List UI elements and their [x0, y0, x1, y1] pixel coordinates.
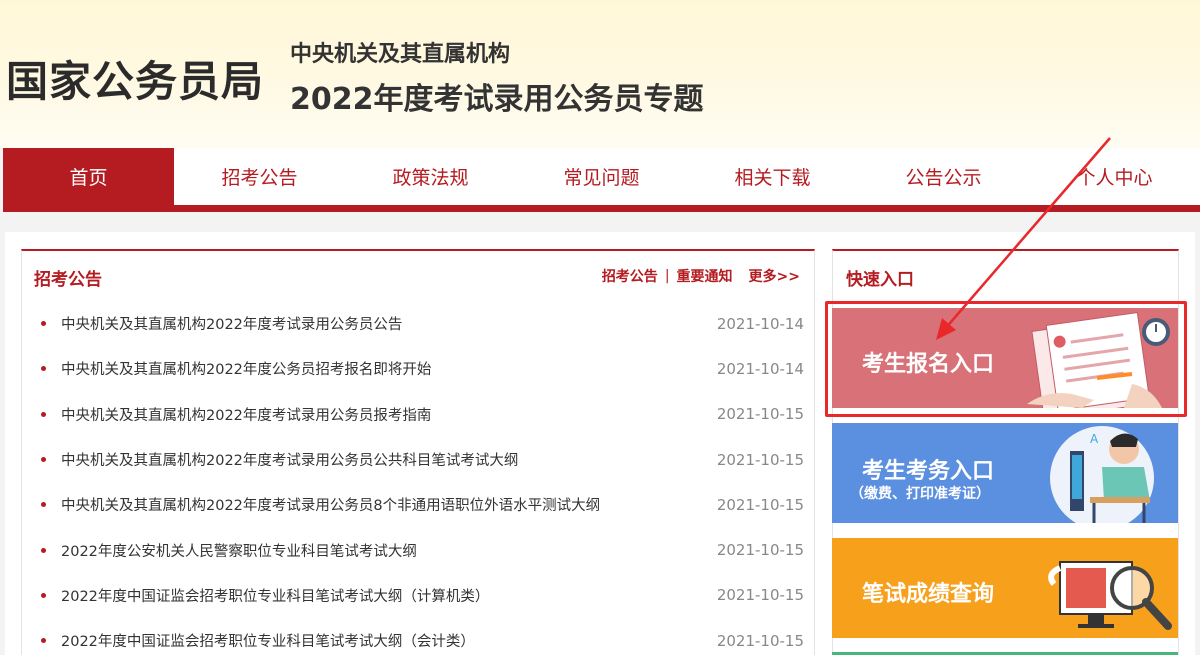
- nav-item-policies[interactable]: 政策法规: [345, 148, 516, 205]
- header-title: 2022年度考试录用公务员专题: [290, 82, 704, 117]
- site-logo[interactable]: 国家公务员局: [6, 48, 264, 109]
- list-item-date: 2021-10-15: [716, 586, 804, 605]
- list-item[interactable]: 中央机关及其直属机构2022年度考试录用公务员公告 2021-10-14: [36, 301, 804, 346]
- list-item[interactable]: 中央机关及其直属机构2022年度考试录用公务员公共科目笔试考试大纲 2021-1…: [36, 437, 804, 482]
- quick-entry-title: 快速入口: [846, 270, 914, 290]
- list-item-title[interactable]: 2022年度中国证监会招考职位专业科目笔试考试大纲（会计类）: [61, 630, 475, 651]
- list-item-title[interactable]: 中央机关及其直属机构2022年度考试录用公务员公共科目笔试考试大纲: [61, 449, 518, 470]
- link-separator: |: [664, 268, 670, 284]
- bullet-icon: [41, 366, 46, 372]
- nav-item-notices[interactable]: 公告公示: [858, 148, 1029, 205]
- announcements-title: 招考公告: [34, 270, 102, 290]
- computer-magnifier-icon: [1048, 561, 1172, 630]
- announcements-link[interactable]: 招考公告: [602, 266, 658, 286]
- more-link[interactable]: 更多>>: [749, 266, 800, 286]
- list-item-title[interactable]: 中央机关及其直属机构2022年度考试录用公务员8个非通用语职位外语水平测试大纲: [61, 494, 600, 515]
- nav-item-faq[interactable]: 常见问题: [516, 148, 687, 205]
- list-item[interactable]: 中央机关及其直属机构2022年度考试录用公务员8个非通用语职位外语水平测试大纲 …: [36, 482, 804, 527]
- site-header: 国家公务员局 中央机关及其直属机构 2022年度考试录用公务员专题: [0, 0, 1200, 148]
- announcements-links: 招考公告 | 重要通知 更多>>: [602, 266, 800, 286]
- bullet-icon: [41, 547, 46, 553]
- list-item[interactable]: 中央机关及其直属机构2022年度公务员招考报名即将开始 2021-10-14: [36, 346, 804, 391]
- svg-text:A: A: [1090, 432, 1099, 446]
- list-item[interactable]: 2022年度中国证监会招考职位专业科目笔试考试大纲（会计类） 2021-10-1…: [36, 618, 804, 655]
- bullet-icon: [41, 411, 46, 417]
- list-item-date: 2021-10-15: [716, 495, 804, 514]
- bullet-icon: [41, 502, 46, 508]
- score-query-button[interactable]: 笔试成绩查询: [832, 538, 1178, 638]
- list-item-date: 2021-10-15: [716, 631, 804, 650]
- bullet-icon: [41, 638, 46, 644]
- important-notices-link[interactable]: 重要通知: [677, 266, 733, 286]
- list-item[interactable]: 2022年度公安机关人民警察职位专业科目笔试考试大纲 2021-10-15: [36, 527, 804, 572]
- main-nav: 首页 招考公告 政策法规 常见问题 相关下载 公告公示 个人中心: [3, 148, 1200, 212]
- list-item[interactable]: 中央机关及其直属机构2022年度考试录用公务员报考指南 2021-10-15: [36, 392, 804, 437]
- list-item-title[interactable]: 中央机关及其直属机构2022年度公务员招考报名即将开始: [61, 358, 431, 379]
- list-item-date: 2021-10-14: [716, 314, 804, 333]
- list-item[interactable]: 2022年度中国证监会招考职位专业科目笔试考试大纲（计算机类） 2021-10-…: [36, 573, 804, 618]
- nav-item-personal-center[interactable]: 个人中心: [1029, 148, 1200, 205]
- exam-affairs-entry-button[interactable]: 考生考务入口 （缴费、打印准考证） A: [832, 423, 1178, 523]
- person-at-computer-icon: A: [1050, 426, 1154, 523]
- list-item-date: 2021-10-14: [716, 359, 804, 378]
- list-item-date: 2021-10-15: [716, 541, 804, 560]
- nav-item-home[interactable]: 首页: [3, 148, 174, 205]
- header-subtitle: 中央机关及其直属机构: [290, 42, 511, 67]
- bullet-icon: [41, 321, 46, 327]
- list-item-title[interactable]: 2022年度中国证监会招考职位专业科目笔试考试大纲（计算机类）: [61, 585, 489, 606]
- highlight-frame: [825, 301, 1187, 417]
- list-item-title[interactable]: 中央机关及其直属机构2022年度考试录用公务员公告: [61, 313, 402, 334]
- announcement-list: 中央机关及其直属机构2022年度考试录用公务员公告 2021-10-14 中央机…: [36, 301, 804, 655]
- announcements-panel: 招考公告 招考公告 | 重要通知 更多>> 中央机关及其直属机构2022年度考试…: [21, 249, 815, 655]
- nav-item-announcements[interactable]: 招考公告: [174, 148, 345, 205]
- list-item-title[interactable]: 中央机关及其直属机构2022年度考试录用公务员报考指南: [61, 404, 431, 425]
- bullet-icon: [41, 457, 46, 463]
- list-item-date: 2021-10-15: [716, 450, 804, 469]
- list-item-title[interactable]: 2022年度公安机关人民警察职位专业科目笔试考试大纲: [61, 540, 417, 561]
- list-item-date: 2021-10-15: [716, 405, 804, 424]
- nav-item-downloads[interactable]: 相关下载: [687, 148, 858, 205]
- bullet-icon: [41, 592, 46, 598]
